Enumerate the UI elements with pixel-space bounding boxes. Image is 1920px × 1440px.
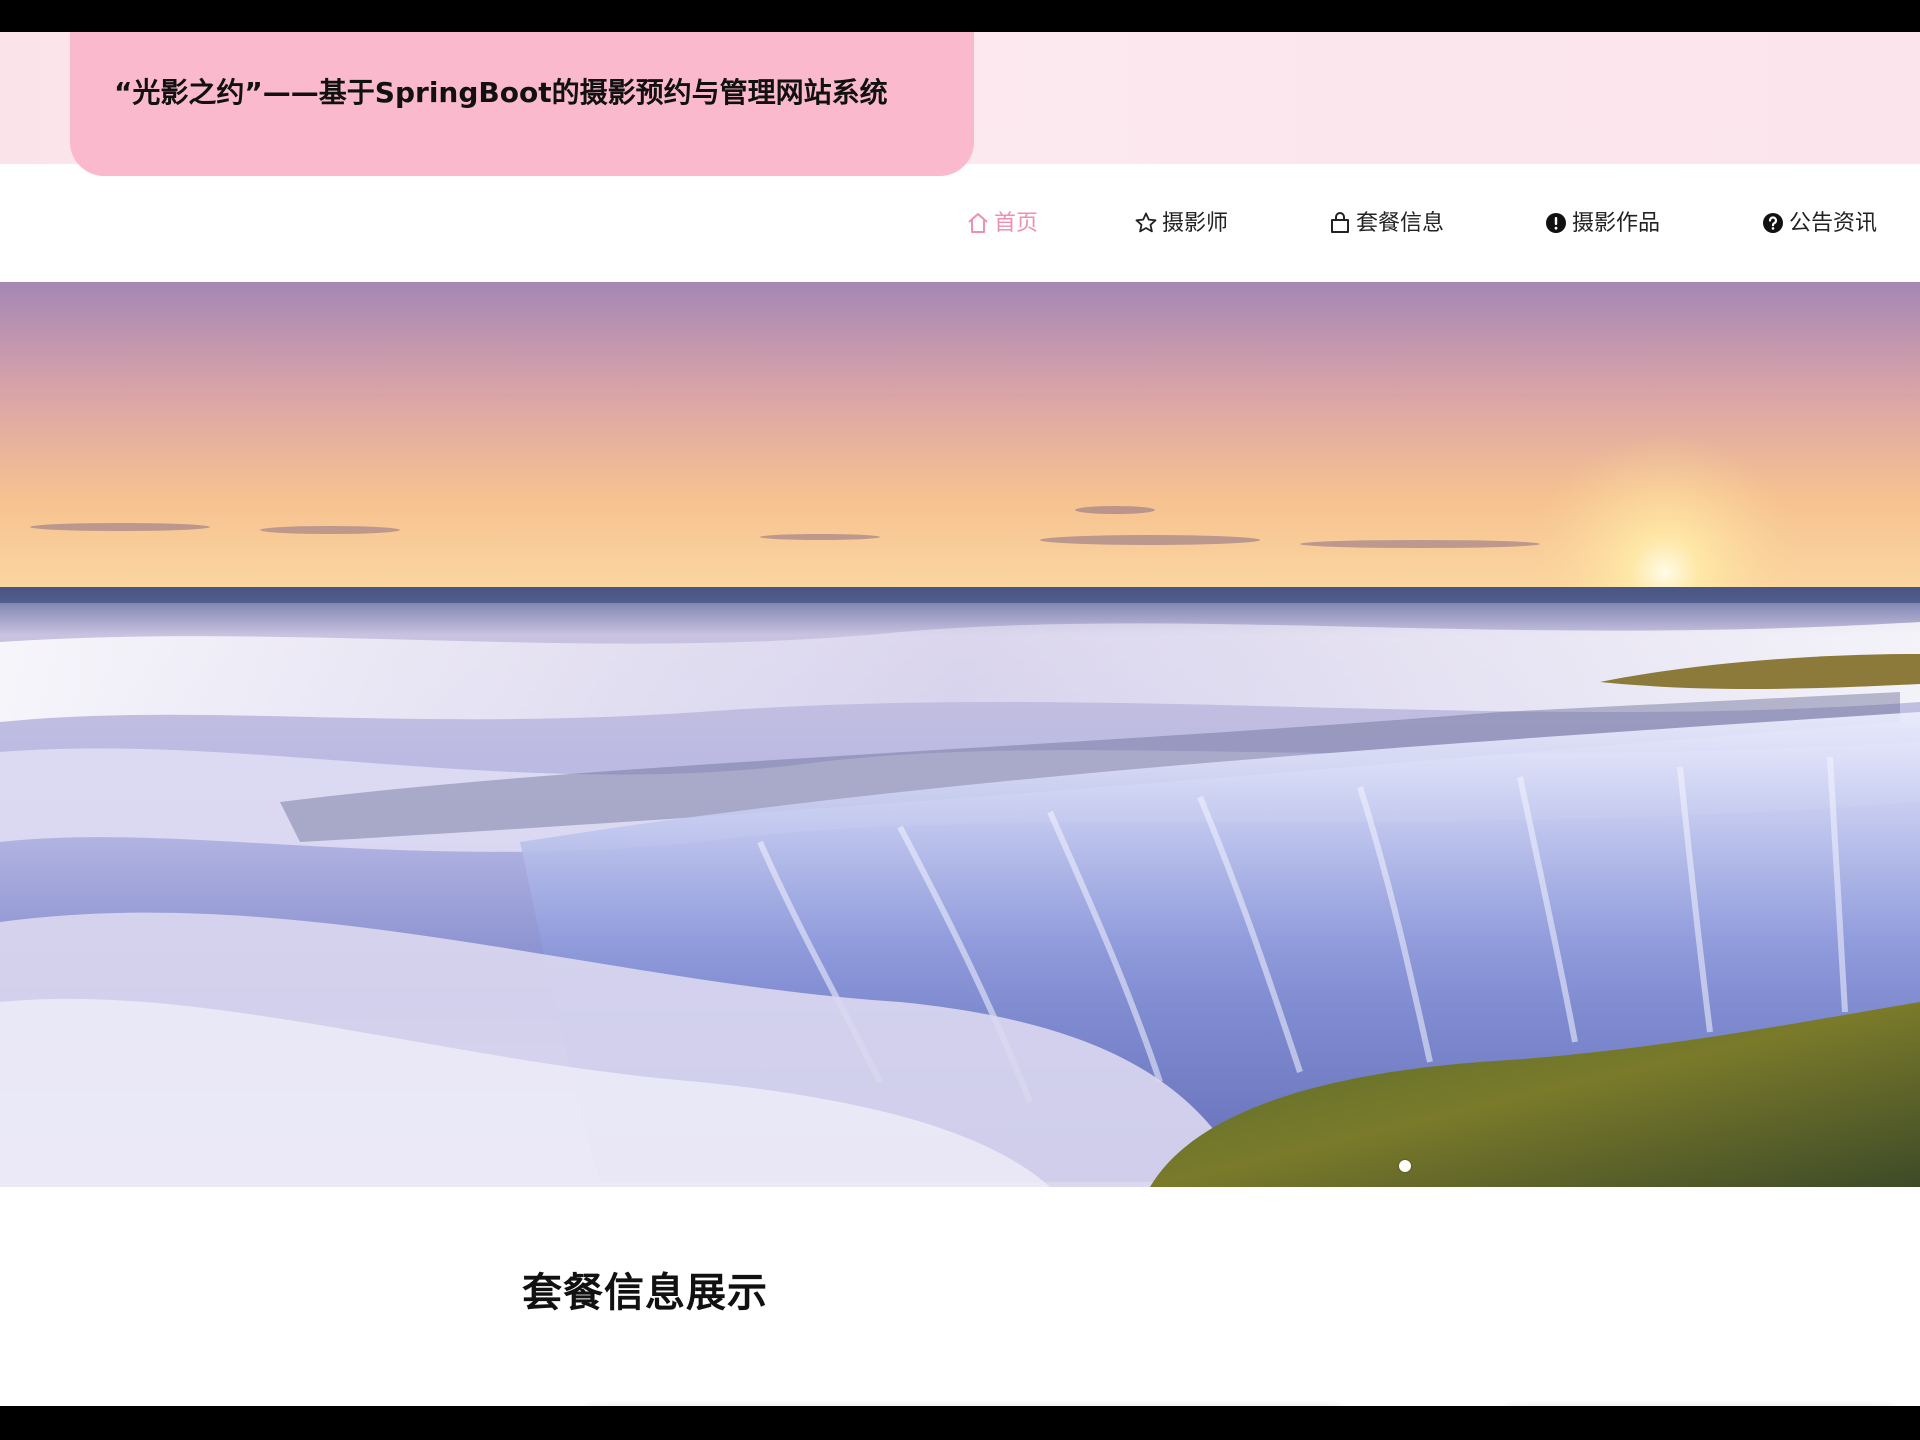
main-nav: 首页 摄影师 套餐信息 摄影作品 公告资讯 bbox=[0, 192, 1920, 262]
letterbox-top bbox=[0, 0, 1920, 32]
nav-item-photographer[interactable]: 摄影师 bbox=[1134, 202, 1228, 246]
nav-item-notices[interactable]: 公告资讯 bbox=[1761, 202, 1877, 246]
carousel-indicator-dot[interactable] bbox=[1399, 1160, 1411, 1172]
site-title: “光影之约”——基于SpringBoot的摄影预约与管理网站系统 bbox=[114, 76, 888, 109]
info-circle-icon bbox=[1546, 213, 1566, 233]
hero-image-seascape-sunset bbox=[0, 282, 1920, 1187]
page: “光影之约”——基于SpringBoot的摄影预约与管理网站系统 首页 摄影师 … bbox=[0, 32, 1920, 1406]
header-title-tab: “光影之约”——基于SpringBoot的摄影预约与管理网站系统 bbox=[70, 32, 974, 176]
question-circle-icon bbox=[1763, 213, 1783, 233]
star-icon bbox=[1135, 212, 1157, 233]
nav-item-label: 摄影师 bbox=[1162, 211, 1229, 236]
nav-item-label: 公告资讯 bbox=[1789, 211, 1878, 236]
nav-item-home[interactable]: 首页 bbox=[966, 202, 1038, 246]
nav-item-works[interactable]: 摄影作品 bbox=[1544, 202, 1660, 246]
nav-item-packages[interactable]: 套餐信息 bbox=[1328, 202, 1444, 246]
nav-item-label: 套餐信息 bbox=[1356, 211, 1445, 236]
section-title: 套餐信息展示 bbox=[522, 1270, 768, 1316]
letterbox-bottom bbox=[0, 1406, 1920, 1440]
hero-carousel[interactable] bbox=[0, 282, 1920, 1187]
nav-item-label: 首页 bbox=[994, 211, 1039, 236]
bag-icon bbox=[1331, 212, 1349, 233]
home-icon bbox=[968, 213, 988, 233]
nav-item-label: 摄影作品 bbox=[1572, 211, 1661, 236]
